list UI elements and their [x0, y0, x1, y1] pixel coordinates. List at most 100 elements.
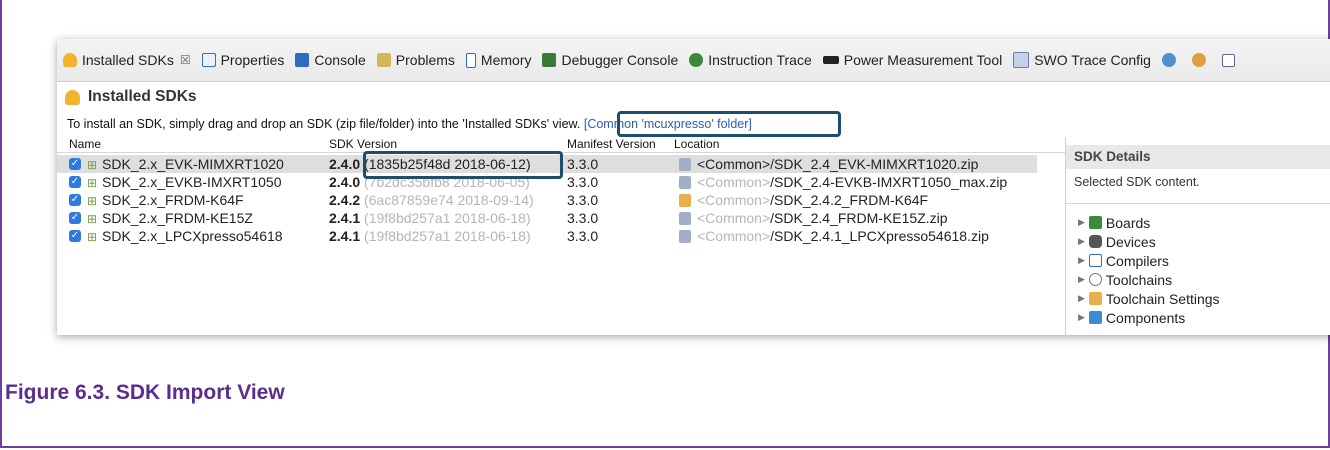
folder-icon — [679, 194, 691, 207]
tab-power-measurement-tool[interactable]: Power Measurement Tool — [822, 52, 1003, 68]
location-prefix: <Common> — [697, 192, 771, 208]
sdk-name: SDK_2.x_EVKB-IMXRT1050 — [102, 174, 282, 190]
globe-button[interactable] — [1161, 53, 1181, 67]
tree-item-boards[interactable]: ▶ Boards — [1078, 213, 1220, 232]
manifest-version: 3.3.0 — [567, 174, 599, 190]
manifest-version: 3.3.0 — [567, 228, 599, 244]
table-row[interactable]: ✓ ⊞ SDK_2.x_FRDM-K64F 2.4.2 (6ac87859e74 20… — [57, 191, 1037, 209]
tab-label: SWO Trace Config — [1034, 52, 1151, 68]
location-file: /SDK_2.4.2_FRDM-K64F — [770, 192, 929, 208]
common-folder-link[interactable]: [Common 'mcuxpresso' folder] — [584, 117, 752, 131]
location-file: /SDK_2.4_EVK-MIMXRT1020.zip — [770, 156, 979, 172]
location-prefix: <Common> — [697, 156, 771, 172]
toolchain-settings-icon — [1088, 292, 1102, 305]
memory-icon — [465, 52, 476, 68]
column-header-location[interactable]: Location — [674, 137, 719, 153]
tab-label: Problems — [395, 52, 455, 68]
zip-icon — [679, 158, 691, 171]
table-row[interactable]: ✓ ⊞ SDK_2.x_LPCXpresso54618 2.4.1 (19f8bd25… — [57, 227, 1037, 245]
view-title: Installed SDKs — [65, 84, 197, 110]
expand-arrow-icon[interactable]: ▶ — [1078, 255, 1085, 266]
sdk-checkbox[interactable]: ✓ — [69, 194, 81, 206]
sdk-checkbox[interactable]: ✓ — [69, 176, 81, 188]
table-row[interactable]: ✓ ⊞ SDK_2.x_EVK-MIMXRT1020 2.4.0 (1835b25f4… — [57, 155, 1037, 173]
tab-instruction-trace[interactable]: Instruction Trace — [689, 52, 812, 68]
sdk-version-hash: (19f8bd257a1 2018-06-18) — [364, 228, 531, 244]
sdk-version-number: 2.4.2 — [329, 192, 361, 208]
tab-label: Instruction Trace — [708, 52, 812, 68]
tab-label: Memory — [480, 52, 532, 68]
maximize-icon — [1221, 53, 1235, 67]
sdk-version: 2.4.1 (19f8bd257a1 2018-06-18) — [329, 210, 531, 226]
sdk-details-tree: ▶ Boards ▶ Devices ▶ Compilers ▶ Toolchains ▶ Too… — [1078, 213, 1220, 327]
tree-item-label: Devices — [1105, 233, 1156, 250]
table-row[interactable]: ✓ ⊞ SDK_2.x_EVKB-IMXRT1050 2.4.0 (7b2dc35bf… — [57, 173, 1037, 191]
expand-arrow-icon[interactable]: ▶ — [1078, 217, 1085, 228]
sdk-checkbox[interactable]: ✓ — [69, 158, 81, 170]
tree-item-devices[interactable]: ▶ Devices — [1078, 232, 1220, 251]
tab-console[interactable]: Console — [295, 52, 366, 68]
sdk-location: <Common>/SDK_2.4_EVK-MIMXRT1020.zip — [679, 156, 978, 172]
expand-arrow-icon[interactable]: ▶ — [1078, 312, 1085, 323]
sdk-location: <Common>/SDK_2.4.1_LPCXpresso54618.zip — [679, 228, 989, 244]
tab-label: Console — [314, 52, 366, 68]
close-tab-icon[interactable]: ☒ — [180, 53, 191, 67]
package-icon: ⊞ — [87, 158, 98, 172]
sdk-version-number: 2.4.0 — [329, 174, 361, 190]
tab-problems[interactable]: Problems — [376, 52, 455, 68]
location-prefix: <Common> — [697, 228, 771, 244]
sdk-name: SDK_2.x_FRDM-KE15Z — [102, 210, 253, 226]
tab-installed-sdks[interactable]: Installed SDKs ☒ — [63, 52, 191, 68]
package-icon: ⊞ — [87, 230, 98, 244]
tab-label: Installed SDKs — [82, 52, 174, 68]
gear-icon — [1191, 53, 1206, 67]
column-header-name[interactable]: Name — [69, 137, 101, 153]
column-header-manifest-version[interactable]: Manifest Version — [567, 137, 656, 153]
tab-debugger-console[interactable]: Debugger Console — [542, 52, 678, 68]
tree-item-toolchains[interactable]: ▶ Toolchains — [1078, 270, 1220, 289]
sdk-name: SDK_2.x_FRDM-K64F — [102, 192, 244, 208]
sdk-checkbox[interactable]: ✓ — [69, 230, 81, 242]
sdk-location: <Common>/SDK_2.4.2_FRDM-K64F — [679, 192, 928, 208]
location-prefix: <Common> — [697, 210, 771, 226]
location-file: /SDK_2.4.1_LPCXpresso54618.zip — [770, 228, 989, 244]
expand-arrow-icon[interactable]: ▶ — [1078, 236, 1085, 247]
zip-icon — [679, 212, 691, 225]
tab-properties[interactable]: Properties — [201, 52, 284, 68]
boards-icon — [1088, 216, 1102, 229]
globe-icon — [1161, 53, 1176, 67]
tree-item-label: Toolchains — [1105, 271, 1173, 288]
sdk-location: <Common>/SDK_2.4_FRDM-KE15Z.zip — [679, 210, 948, 226]
tab-memory[interactable]: Memory — [465, 52, 532, 68]
sdk-version-hash: (19f8bd257a1 2018-06-18) — [364, 210, 531, 226]
tree-item-components[interactable]: ▶ Components — [1078, 308, 1220, 327]
instructions-label: To install an SDK, simply drag and drop … — [67, 117, 581, 131]
manifest-version: 3.3.0 — [567, 156, 599, 172]
expand-arrow-icon[interactable]: ▶ — [1078, 274, 1085, 285]
sdk-version-hash: (6ac87859e74 2018-09-14) — [364, 192, 534, 208]
sdk-checkbox[interactable]: ✓ — [69, 212, 81, 224]
expand-arrow-icon[interactable]: ▶ — [1078, 293, 1085, 304]
tab-label: Power Measurement Tool — [843, 52, 1003, 68]
sdk-name: SDK_2.x_LPCXpresso54618 — [102, 228, 283, 244]
sdk-version-number: 2.4.0 — [329, 156, 361, 172]
tab-swo-trace-config[interactable]: SWO Trace Config — [1013, 52, 1151, 68]
gear-button[interactable] — [1191, 53, 1211, 67]
power-measurement-icon — [822, 56, 839, 64]
table-row[interactable]: ✓ ⊞ SDK_2.x_FRDM-KE15Z 2.4.1 (19f8bd257a1 2… — [57, 209, 1037, 227]
column-header-sdk-version[interactable]: SDK Version — [329, 137, 397, 153]
console-icon — [295, 53, 310, 67]
zip-icon — [679, 230, 691, 243]
sdk-details-panel: SDK Details Selected SDK content. ▶ Board… — [1065, 137, 1330, 335]
tab-bar: Installed SDKs ☒ Properties Console Problems… — [57, 39, 1330, 82]
package-icon: ⊞ — [87, 194, 98, 208]
manifest-version: 3.3.0 — [567, 210, 599, 226]
tree-item-toolchain-settings[interactable]: ▶ Toolchain Settings — [1078, 289, 1220, 308]
sdk-icon — [63, 53, 77, 67]
maximize-button[interactable] — [1221, 53, 1240, 67]
tree-item-compilers[interactable]: ▶ Compilers — [1078, 251, 1220, 270]
compilers-icon — [1088, 254, 1102, 267]
swo-trace-icon — [1013, 52, 1030, 68]
components-icon — [1088, 311, 1102, 324]
tree-item-label: Toolchain Settings — [1105, 290, 1220, 307]
